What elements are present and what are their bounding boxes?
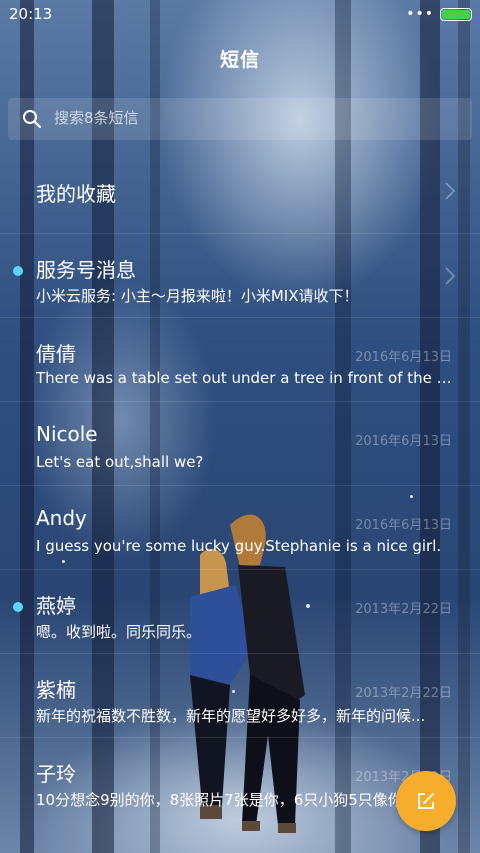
favorites-item[interactable]: 我的收藏 — [0, 148, 480, 234]
conversation-name: 服务号消息 — [36, 258, 136, 282]
conversation-name: Andy — [36, 506, 87, 530]
conversation-preview: 小米云服务: 小主～月报来啦！小米MIX请收下！ — [36, 287, 359, 305]
conversation-item[interactable]: 倩倩 2016年6月13日 There was a table set out … — [0, 318, 480, 402]
notification-dots-icon: ••• — [406, 6, 434, 22]
conversation-date: 2016年6月13日 — [355, 350, 452, 365]
conversation-date: 2016年6月13日 — [355, 518, 452, 533]
unread-indicator — [13, 266, 23, 276]
chevron-right-icon — [445, 267, 456, 285]
conversation-name: 燕婷 — [36, 594, 76, 618]
conversation-date: 2013年2月22日 — [355, 602, 452, 617]
unread-indicator — [13, 602, 23, 612]
status-time: 20:13 — [9, 5, 53, 23]
conversation-list: 我的收藏 服务号消息 小米云服务: 小主～月报来啦！小米MIX请收下！ 倩倩 2… — [0, 148, 480, 822]
page-title: 短信 — [219, 49, 260, 71]
conversation-date: 2013年2月22日 — [355, 686, 452, 701]
conversation-preview: There was a table set out under a tree i… — [36, 369, 456, 387]
search-icon — [23, 110, 42, 129]
conversation-preview: I guess you're some lucky guy.Stephanie … — [36, 537, 442, 555]
compose-message-button[interactable] — [396, 771, 456, 831]
search-input[interactable] — [54, 107, 414, 129]
battery-icon — [440, 8, 472, 21]
conversation-preview: 10分想念9别的你，8张照片7张是你，6只小狗5只像你 — [36, 791, 403, 809]
conversation-name: Nicole — [36, 422, 98, 446]
conversation-name: 紫楠 — [36, 678, 76, 702]
conversation-date: 2016年6月13日 — [355, 434, 452, 449]
conversation-preview: Let's eat out,shall we? — [36, 453, 204, 471]
favorites-label: 我的收藏 — [36, 182, 116, 206]
conversation-preview: 嗯。收到啦。同乐同乐。 — [36, 623, 202, 641]
conversation-item-service[interactable]: 服务号消息 小米云服务: 小主～月报来啦！小米MIX请收下！ — [0, 234, 480, 318]
search-bar[interactable] — [8, 98, 472, 140]
conversation-item[interactable]: 燕婷 2013年2月22日 嗯。收到啦。同乐同乐。 — [0, 570, 480, 654]
compose-icon — [418, 793, 434, 809]
status-bar: 20:13 ••• — [0, 0, 480, 30]
conversation-name: 子玲 — [36, 762, 76, 786]
conversation-item[interactable]: 紫楠 2013年2月22日 新年的祝福数不胜数，新年的愿望好多好多，新年的问候.… — [0, 654, 480, 738]
chevron-right-icon — [445, 182, 456, 200]
conversation-name: 倩倩 — [36, 342, 76, 366]
conversation-item[interactable]: Andy 2016年6月13日 I guess you're some luck… — [0, 486, 480, 570]
conversation-item[interactable]: Nicole 2016年6月13日 Let's eat out,shall we… — [0, 402, 480, 486]
conversation-preview: 新年的祝福数不胜数，新年的愿望好多好多，新年的问候... — [36, 707, 426, 725]
